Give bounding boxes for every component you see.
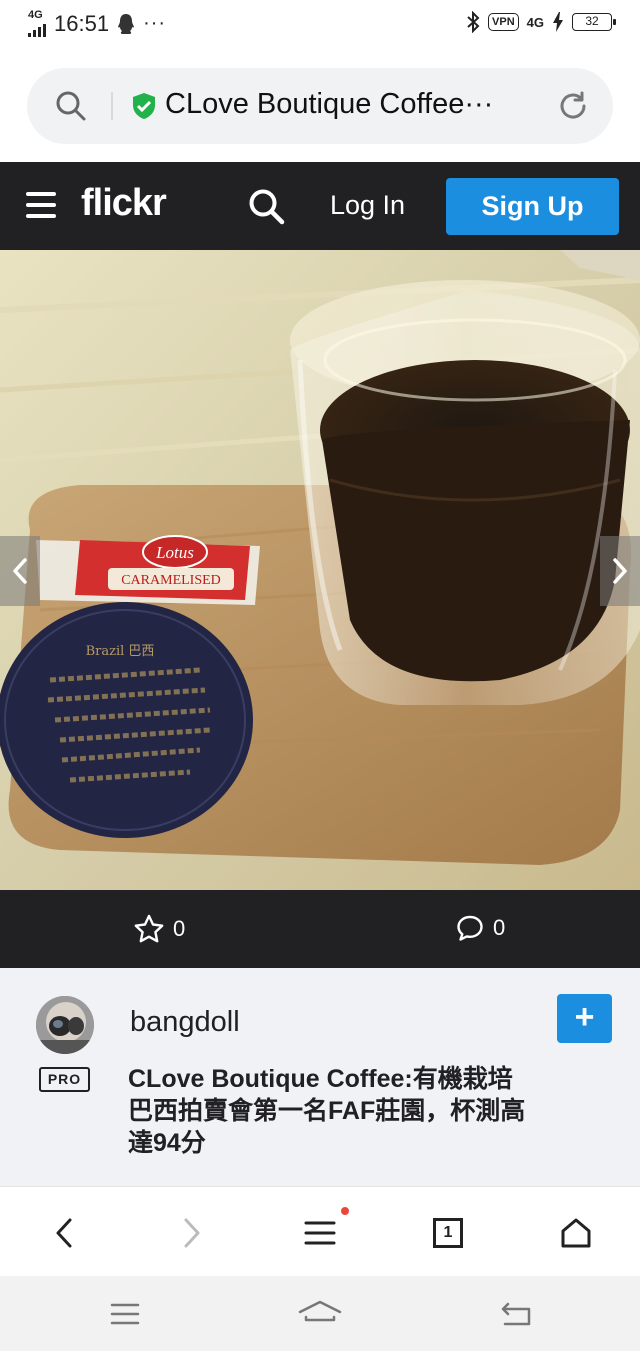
status-bar: 4G 16:51 ··· VPN 4G 32 (0, 0, 640, 50)
lotus-text: Lotus (155, 543, 194, 562)
back-icon (501, 1302, 531, 1326)
system-home-button[interactable] (298, 1298, 342, 1330)
comment-icon (457, 915, 483, 941)
coffee-photo-illustration: Lotus CARAMELISED Brazil 巴西 (0, 250, 640, 890)
flickr-logo[interactable]: flickr (81, 182, 167, 225)
next-photo-button[interactable] (600, 536, 640, 606)
flickr-header: flickr Log In Sign Up (0, 162, 640, 250)
clock: 16:51 (54, 10, 110, 36)
caramelised-text: CARAMELISED (121, 573, 221, 588)
vpn-badge: VPN (488, 13, 519, 31)
tab-count: 1 (443, 1224, 453, 1241)
browser-menu-button[interactable] (300, 1213, 340, 1253)
search-icon[interactable] (55, 90, 87, 122)
favorite-count: 0 (173, 916, 186, 941)
home-icon (298, 1300, 342, 1322)
engagement-bar: 0 0 (0, 890, 640, 968)
search-icon[interactable] (248, 188, 286, 226)
photo-info: bangdoll + PRO CLove Boutique Coffee:有機栽… (0, 968, 640, 1186)
username[interactable]: bangdoll (130, 1006, 240, 1039)
network-type: 4G (28, 9, 43, 21)
recent-apps-button[interactable] (103, 1298, 147, 1330)
browser-toolbar: 1 (0, 1186, 640, 1276)
qq-icon (118, 13, 135, 34)
battery-indicator: 32 (572, 13, 616, 31)
forward-button[interactable] (172, 1213, 212, 1253)
pro-badge: PRO (39, 1067, 90, 1092)
chevron-left-icon (56, 1218, 72, 1248)
follow-button[interactable]: + (557, 994, 612, 1043)
more-notifications: ··· (143, 12, 167, 34)
reload-icon[interactable] (557, 90, 589, 122)
avatar-image (36, 996, 94, 1054)
home-icon (561, 1218, 591, 1248)
avatar[interactable] (36, 996, 94, 1054)
bluetooth-icon (467, 11, 480, 33)
network-type-right: 4G (526, 14, 544, 30)
secure-shield-icon (133, 93, 155, 119)
previous-photo-button[interactable] (0, 536, 40, 606)
signal-icon (28, 21, 46, 37)
home-button[interactable] (556, 1213, 596, 1253)
url-bar[interactable]: CLove Boutique Coffee··· (27, 68, 613, 144)
photo[interactable]: Lotus CARAMELISED Brazil 巴西 (0, 250, 640, 890)
status-right: VPN 4G 32 (466, 11, 616, 33)
tabs-button[interactable]: 1 (428, 1213, 468, 1253)
signup-button[interactable]: Sign Up (446, 178, 619, 235)
favorite-button[interactable]: 0 (134, 914, 185, 944)
url-divider (111, 92, 113, 120)
system-nav-bar (0, 1276, 640, 1351)
url-text[interactable]: CLove Boutique Coffee··· (165, 88, 545, 121)
menu-icon[interactable] (26, 192, 56, 220)
screen: 4G 16:51 ··· VPN 4G 32 CLove Boutique Co… (0, 0, 640, 1351)
login-link[interactable]: Log In (330, 190, 405, 221)
coaster-heading: Brazil 巴西 (86, 644, 155, 659)
system-back-button[interactable] (494, 1298, 538, 1330)
photo-title: CLove Boutique Coffee:有機栽培巴西拍賣會第一名FAF莊園，… (128, 1065, 526, 1157)
charging-icon (553, 12, 563, 32)
menu-icon (304, 1221, 336, 1245)
comment-button[interactable]: 0 (456, 914, 505, 942)
comment-count: 0 (493, 915, 506, 940)
notification-dot (341, 1207, 349, 1215)
chevron-right-icon (184, 1218, 200, 1248)
chevron-left-icon (13, 558, 27, 584)
status-left: 4G 16:51 ··· (28, 10, 166, 37)
recent-apps-icon (110, 1303, 140, 1325)
star-icon (134, 914, 164, 943)
chevron-right-icon (613, 558, 627, 584)
signal-indicator: 4G (28, 10, 46, 37)
back-button[interactable] (44, 1213, 84, 1253)
